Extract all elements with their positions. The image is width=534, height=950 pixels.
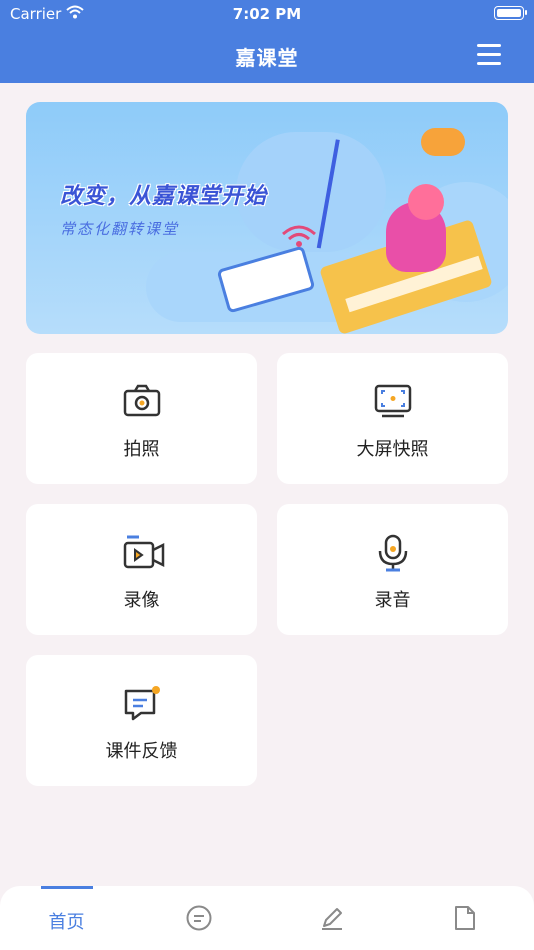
tile-courseware-feedback[interactable]: 课件反馈 (26, 655, 257, 786)
screen-capture-icon (374, 383, 412, 419)
tab-label: 首页 (48, 912, 85, 933)
tile-label: 大屏快照 (356, 439, 429, 460)
top-bar: Carrier 7:02 PM 嘉课堂 (0, 0, 534, 83)
page-title: 嘉课堂 (235, 46, 299, 70)
person-head-illustration (408, 184, 444, 220)
tile-label: 课件反馈 (105, 741, 178, 762)
status-time: 7:02 PM (232, 5, 302, 23)
chat-icon (185, 904, 213, 932)
status-bar: Carrier 7:02 PM (0, 0, 534, 28)
tile-label: 录音 (374, 590, 411, 611)
tab-documents[interactable] (399, 886, 532, 950)
microphone-icon (374, 534, 412, 572)
active-tab-indicator (41, 886, 93, 889)
bottom-tab-bar: 首页 (0, 886, 534, 950)
tile-audio[interactable]: 录音 (277, 504, 508, 635)
banner-headline: 改变，从嘉课堂开始 (60, 184, 268, 209)
sun-cloud-illustration (421, 128, 465, 156)
tile-screen-snapshot[interactable]: 大屏快照 (277, 353, 508, 484)
feedback-message-icon (123, 685, 161, 721)
video-camera-icon (123, 534, 165, 570)
tile-label: 录像 (123, 590, 160, 611)
battery-icon (494, 6, 527, 20)
banner-subline: 常态化翻转课堂 (60, 220, 180, 238)
tile-photo[interactable]: 拍照 (26, 353, 257, 484)
document-icon (451, 904, 479, 932)
promo-banner[interactable]: 改变，从嘉课堂开始 常态化翻转课堂 (26, 102, 508, 334)
tab-home[interactable]: 首页 (0, 886, 133, 950)
tile-video[interactable]: 录像 (26, 504, 257, 635)
tab-messages[interactable] (133, 886, 266, 950)
tab-edit[interactable] (266, 886, 399, 950)
tile-label: 拍照 (123, 439, 160, 460)
camera-icon (123, 383, 161, 419)
hamburger-menu-icon[interactable] (477, 44, 501, 65)
pencil-icon (318, 904, 346, 932)
